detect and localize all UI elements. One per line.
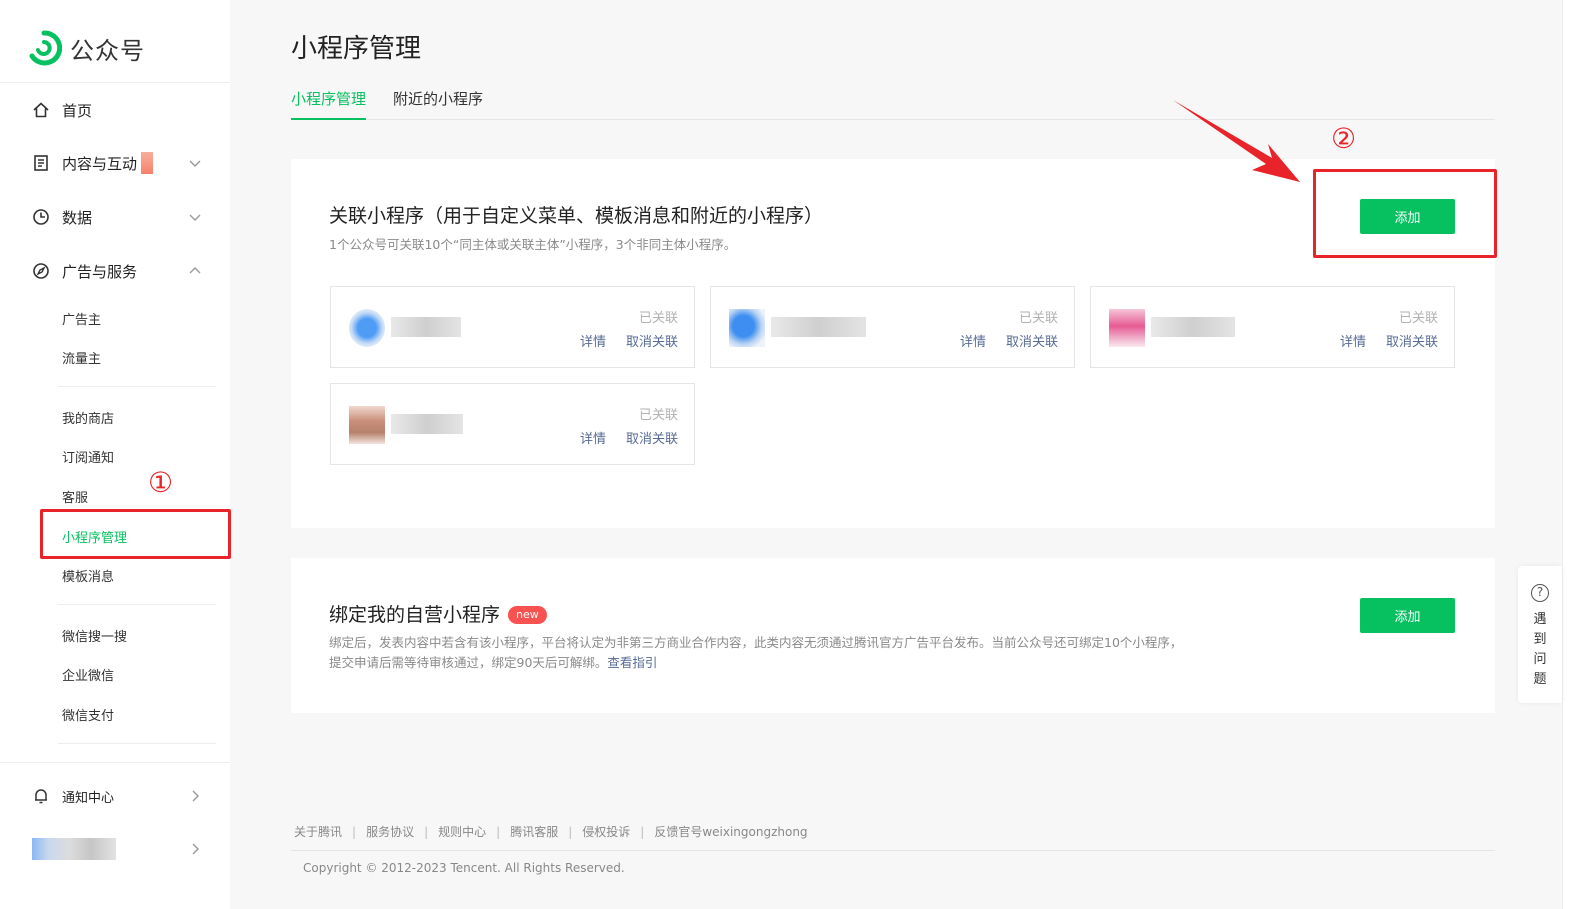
linked-miniprogram-item: 已关联 详情 取消关联 xyxy=(330,286,695,368)
unlink-link[interactable]: 取消关联 xyxy=(1006,331,1058,350)
bind-section-title: 绑定我的自营小程序 new xyxy=(329,600,547,627)
link-status: 已关联 xyxy=(1018,311,1058,326)
footer-link[interactable]: 规则中心 xyxy=(438,825,486,839)
bind-section-desc-line1: 绑定后，发表内容中若含有该小程序，平台将认定为非第三方商业合作内容，此类内容无须… xyxy=(329,635,1183,650)
bind-section-desc-text: 提交申请后需等待审核通过，绑定90天后可解绑。 xyxy=(329,655,608,670)
bind-section-title-text: 绑定我的自营小程序 xyxy=(329,604,501,626)
clock-icon xyxy=(33,209,49,225)
sidebar-item-label: 数据 xyxy=(62,208,93,227)
divider xyxy=(58,386,216,387)
sidebar-item-label: 通知中心 xyxy=(62,790,115,806)
chevron-down-icon xyxy=(189,160,201,167)
guide-link[interactable]: 查看指引 xyxy=(607,655,657,670)
tab-miniprogram-management[interactable]: 小程序管理 xyxy=(291,88,367,120)
blurred-account-avatar xyxy=(32,838,116,860)
footer-link[interactable]: 服务协议 xyxy=(366,825,414,839)
sidebar-item-notice-center[interactable]: 通知中心 xyxy=(32,785,202,807)
divider xyxy=(291,850,1495,851)
miniprogram-avatar xyxy=(349,309,385,347)
footer-link[interactable]: 关于腾讯 xyxy=(294,825,342,839)
sidebar-item-ads-services[interactable]: 广告与服务 xyxy=(32,260,202,282)
detail-link[interactable]: 详情 xyxy=(1340,331,1366,350)
sidebar-item-content[interactable]: 内容与互动 xyxy=(32,152,202,174)
footer-link[interactable]: 腾讯客服 xyxy=(510,825,558,839)
miniprogram-name-blurred xyxy=(391,317,461,337)
miniprogram-name-blurred xyxy=(1151,317,1235,337)
help-float-button[interactable]: ? 遇到问题 xyxy=(1518,566,1562,703)
linked-section-desc: 1个公众号可关联10个“同主体或关联主体”小程序，3个非同主体小程序。 xyxy=(329,237,737,252)
miniprogram-name-blurred xyxy=(771,317,866,337)
linked-miniprogram-item: 已关联 详情 取消关联 xyxy=(1090,286,1455,368)
bind-section-desc-line2: 提交申请后需等待审核通过，绑定90天后可解绑。查看指引 xyxy=(329,653,657,673)
link-status: 已关联 xyxy=(638,408,678,423)
chevron-down-icon xyxy=(189,214,201,221)
annotation-number-one: ① xyxy=(148,466,174,499)
copyright: Copyright © 2012-2023 Tencent. All Right… xyxy=(303,861,625,875)
chevron-up-icon xyxy=(189,267,201,274)
sidebar-item-customer-service[interactable]: 客服 xyxy=(62,487,88,506)
annotation-arrow-icon xyxy=(1173,100,1300,182)
divider xyxy=(0,762,230,763)
chevron-right-icon xyxy=(192,843,199,855)
footer-links: 关于腾讯 | 服务协议 | 规则中心 | 腾讯客服 | 侵权投诉 | 反馈官号weixingongz… xyxy=(294,825,808,839)
linked-section-title: 关联小程序（用于自定义菜单、模板消息和附近的小程序） xyxy=(329,205,824,227)
footer-link[interactable]: 侵权投诉 xyxy=(582,825,630,839)
miniprogram-avatar xyxy=(1109,309,1145,347)
bind-miniprogram-card: 绑定我的自营小程序 new 绑定后，发表内容中若含有该小程序，平台将认定为非第三方… xyxy=(291,558,1495,713)
help-text: 遇到问题 xyxy=(1533,612,1547,687)
miniprogram-avatar xyxy=(729,309,765,347)
logo-text: 公众号 xyxy=(70,36,145,65)
link-status: 已关联 xyxy=(1398,311,1438,326)
annotation-highlight-box xyxy=(40,509,231,559)
divider xyxy=(58,743,216,744)
sidebar-item-wecom[interactable]: 企业微信 xyxy=(62,665,114,684)
detail-link[interactable]: 详情 xyxy=(580,331,606,350)
sidebar-item-label: 内容与互动 xyxy=(62,154,138,173)
sidebar-item-wechat-search[interactable]: 微信搜一搜 xyxy=(62,626,127,645)
unlink-link[interactable]: 取消关联 xyxy=(626,428,678,447)
page-title: 小程序管理 xyxy=(291,34,422,64)
link-status: 已关联 xyxy=(638,311,678,326)
annotation-number-two: ② xyxy=(1331,122,1357,155)
sidebar-item-template-message[interactable]: 模板消息 xyxy=(62,566,114,585)
scrollbar[interactable] xyxy=(1562,0,1582,909)
account-switcher[interactable] xyxy=(32,838,202,860)
sidebar-item-data[interactable]: 数据 xyxy=(32,206,202,228)
detail-link[interactable]: 详情 xyxy=(580,428,606,447)
wechat-mp-logo-icon xyxy=(29,30,62,66)
home-icon xyxy=(33,102,49,118)
sidebar: 公众号 首页 内容与互动 数据 广告与服务 广告主 流量主 我的商店 订阅通知 … xyxy=(0,0,230,909)
annotation-highlight-box xyxy=(1313,169,1497,258)
tab-bar: 小程序管理 附近的小程序 xyxy=(291,88,1495,120)
chevron-right-icon xyxy=(192,790,199,802)
divider xyxy=(0,82,230,83)
sidebar-item-publisher[interactable]: 流量主 xyxy=(62,348,101,367)
bell-icon xyxy=(35,789,47,804)
unlink-link[interactable]: 取消关联 xyxy=(1386,331,1438,350)
sidebar-item-my-store[interactable]: 我的商店 xyxy=(62,408,114,427)
sidebar-item-advertiser[interactable]: 广告主 xyxy=(62,309,101,328)
divider xyxy=(58,604,216,605)
tab-nearby-miniprogram[interactable]: 附近的小程序 xyxy=(393,88,483,120)
new-badge: new xyxy=(508,606,547,624)
detail-link[interactable]: 详情 xyxy=(960,331,986,350)
blurred-badge xyxy=(141,152,154,174)
sidebar-item-label: 首页 xyxy=(62,101,93,120)
add-bind-miniprogram-button[interactable]: 添加 xyxy=(1360,598,1455,633)
linked-miniprogram-item: 已关联 详情 取消关联 xyxy=(710,286,1075,368)
sidebar-item-wechat-pay[interactable]: 微信支付 xyxy=(62,705,114,724)
sidebar-item-label: 广告与服务 xyxy=(62,262,138,281)
compass-icon xyxy=(33,263,49,279)
logo[interactable]: 公众号 xyxy=(26,30,145,66)
miniprogram-name-blurred xyxy=(391,414,463,434)
question-icon: ? xyxy=(1531,584,1549,602)
sidebar-item-home[interactable]: 首页 xyxy=(32,99,202,121)
unlink-link[interactable]: 取消关联 xyxy=(626,331,678,350)
footer-link[interactable]: 反馈官号weixingongzhong xyxy=(654,825,807,839)
linked-miniprogram-item: 已关联 详情 取消关联 xyxy=(330,383,695,465)
document-icon xyxy=(34,155,48,171)
miniprogram-avatar xyxy=(349,406,385,444)
sidebar-item-subscribe-notice[interactable]: 订阅通知 xyxy=(62,447,114,466)
